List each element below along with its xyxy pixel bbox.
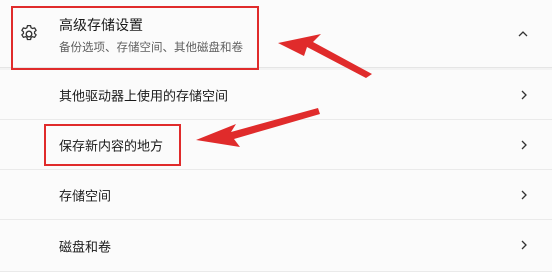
list-item-save-new-content[interactable]: 保存新内容的地方 xyxy=(0,120,552,170)
chevron-up-icon[interactable] xyxy=(517,28,529,40)
list-item-disks-volumes[interactable]: 磁盘和卷 xyxy=(0,220,552,272)
header-title: 高级存储设置 xyxy=(59,18,143,34)
list-item-label: 磁盘和卷 xyxy=(59,240,112,255)
advanced-storage-settings-header[interactable]: 高级存储设置 备份选项、存储空间、其他磁盘和卷 xyxy=(0,0,552,68)
list-item-label: 存储空间 xyxy=(59,189,112,204)
list-item-label: 其他驱动器上使用的存储空间 xyxy=(59,89,229,104)
header-subtitle: 备份选项、存储空间、其他磁盘和卷 xyxy=(59,40,243,54)
list-item-storage-spaces[interactable]: 存储空间 xyxy=(0,170,552,220)
chevron-right-icon xyxy=(521,140,527,150)
list-item-label: 保存新内容的地方 xyxy=(59,139,164,154)
list-item-other-drives-storage[interactable]: 其他驱动器上使用的存储空间 xyxy=(0,70,552,120)
chevron-right-icon xyxy=(521,190,527,200)
advanced-storage-settings-panel: 高级存储设置 备份选项、存储空间、其他磁盘和卷 其他驱动器上使用的存储空间 保存… xyxy=(0,0,552,272)
chevron-right-icon xyxy=(521,90,527,100)
gear-icon xyxy=(21,25,37,41)
chevron-right-icon xyxy=(521,240,527,250)
